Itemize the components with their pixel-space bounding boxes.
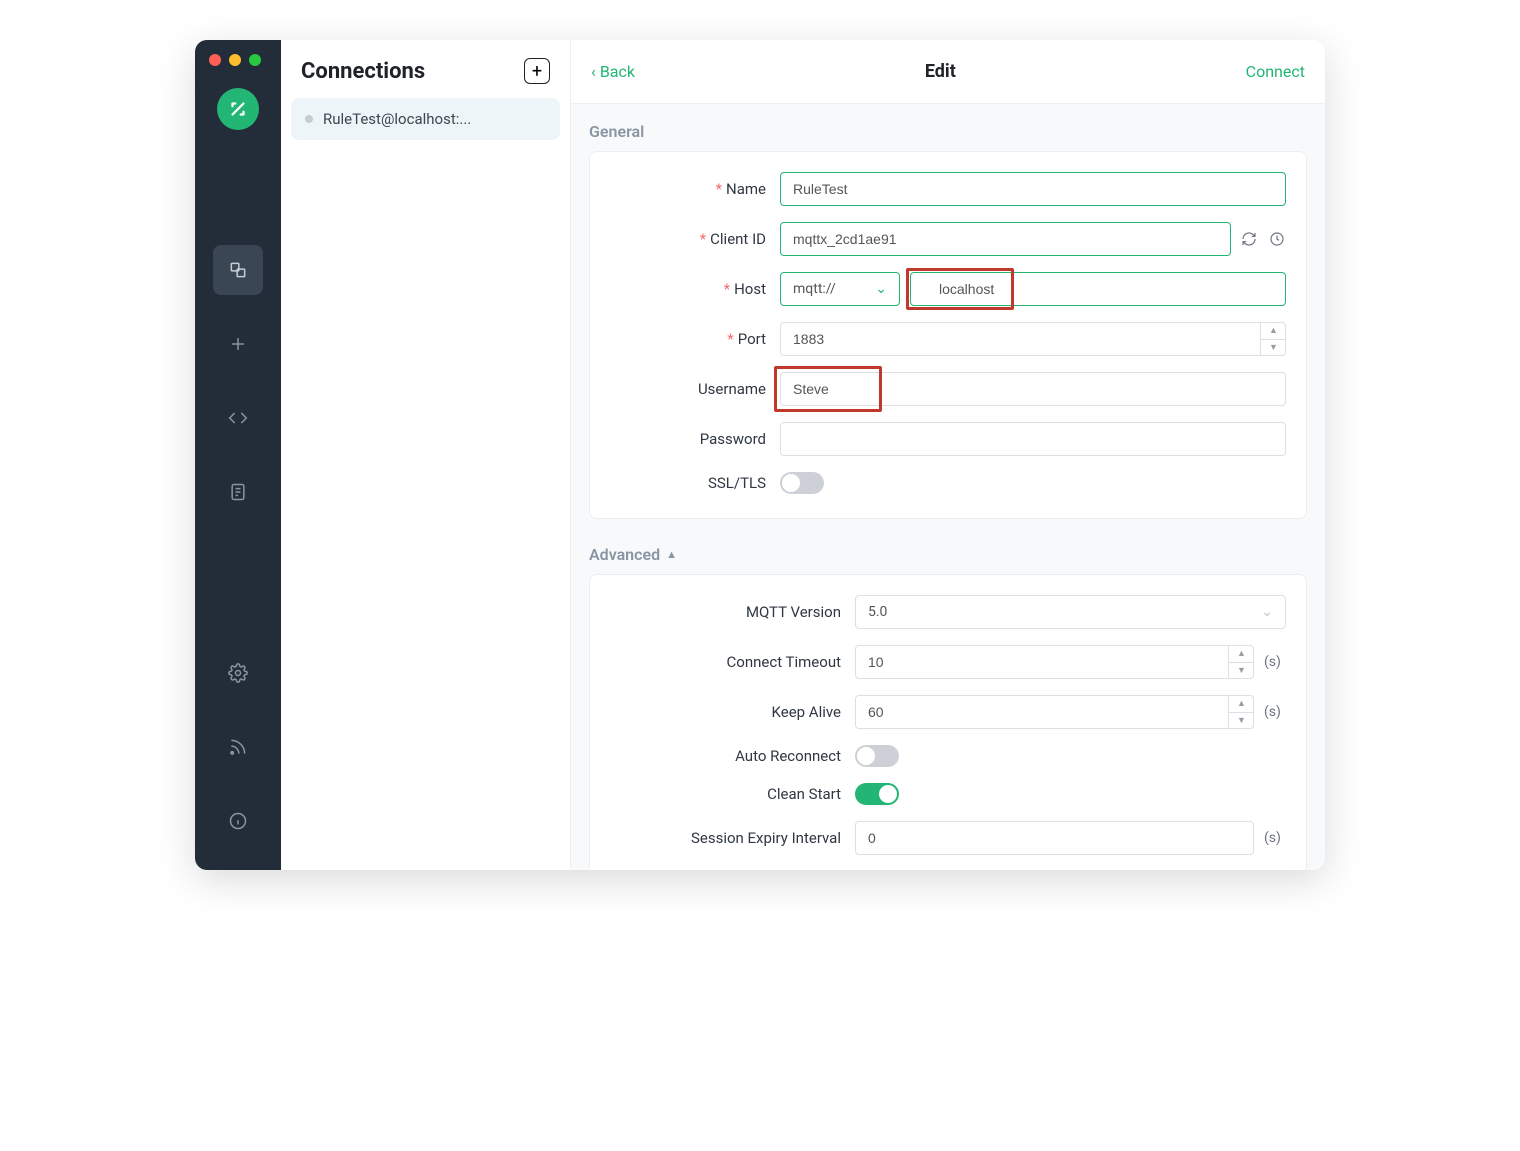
connections-icon[interactable] xyxy=(213,245,263,295)
app-logo xyxy=(217,88,259,130)
traffic-lights xyxy=(209,54,261,66)
feed-icon[interactable] xyxy=(213,722,263,772)
nav-rail xyxy=(195,40,281,870)
connect-timeout-input[interactable] xyxy=(855,645,1254,679)
info-icon[interactable] xyxy=(213,796,263,846)
refresh-icon[interactable] xyxy=(1241,229,1259,249)
clientid-label: Client ID xyxy=(710,230,766,248)
ssl-label: SSL/TLS xyxy=(708,474,766,492)
general-card: *Name *Client ID xyxy=(589,151,1307,519)
host-label: Host xyxy=(734,280,766,298)
seconds-unit: (s) xyxy=(1264,830,1286,846)
status-dot-icon xyxy=(305,115,313,123)
clean-start-label: Clean Start xyxy=(767,785,841,803)
topbar: ‹ Back Edit Connect xyxy=(571,40,1325,104)
connections-sidebar: Connections + RuleTest@localhost:... xyxy=(281,40,571,870)
log-icon[interactable] xyxy=(213,467,263,517)
port-input[interactable] xyxy=(780,322,1286,356)
name-label: Name xyxy=(726,180,766,198)
section-advanced-label[interactable]: Advanced ▲ xyxy=(589,545,1307,564)
chevron-up-icon[interactable]: ▲ xyxy=(1229,645,1254,663)
keepalive-spinner[interactable]: ▲▼ xyxy=(1228,695,1254,729)
sidebar-title: Connections xyxy=(301,59,425,84)
mqtt-version-label: MQTT Version xyxy=(746,603,841,621)
username-input[interactable] xyxy=(780,372,1286,406)
host-scheme-select[interactable]: mqtt:// ⌄ xyxy=(780,272,900,306)
clock-icon[interactable] xyxy=(1268,229,1286,249)
settings-icon[interactable] xyxy=(213,648,263,698)
caret-up-icon: ▲ xyxy=(666,548,677,561)
chevron-down-icon: ⌄ xyxy=(875,281,887,297)
keepalive-label: Keep Alive xyxy=(772,703,841,721)
username-label: Username xyxy=(698,380,766,398)
host-input[interactable] xyxy=(910,272,1286,306)
page-title: Edit xyxy=(925,61,956,82)
password-label: Password xyxy=(700,430,766,448)
connection-item-label: RuleTest@localhost:... xyxy=(323,110,471,128)
advanced-card: MQTT Version 5.0 ⌄ Connect Timeout ▲▼ xyxy=(589,574,1307,870)
window-close[interactable] xyxy=(209,54,221,66)
main-editor: ‹ Back Edit Connect General *Name *Clien… xyxy=(571,40,1325,870)
section-general-label: General xyxy=(589,122,1307,141)
app-window: Connections + RuleTest@localhost:... ‹ B… xyxy=(195,40,1325,870)
window-minimize[interactable] xyxy=(229,54,241,66)
clientid-input[interactable] xyxy=(780,222,1231,256)
ssl-toggle[interactable] xyxy=(780,472,824,494)
auto-reconnect-label: Auto Reconnect xyxy=(735,747,841,765)
chevron-down-icon[interactable]: ▼ xyxy=(1261,340,1286,357)
password-input[interactable] xyxy=(780,422,1286,456)
script-icon[interactable] xyxy=(213,393,263,443)
chevron-down-icon[interactable]: ▼ xyxy=(1229,713,1254,730)
name-input[interactable] xyxy=(780,172,1286,206)
add-connection-button[interactable]: + xyxy=(524,58,550,84)
chevron-up-icon[interactable]: ▲ xyxy=(1261,322,1286,340)
connect-timeout-label: Connect Timeout xyxy=(727,653,841,671)
seconds-unit: (s) xyxy=(1264,654,1286,670)
chevron-up-icon[interactable]: ▲ xyxy=(1229,695,1254,713)
keepalive-input[interactable] xyxy=(855,695,1254,729)
mqtt-version-select[interactable]: 5.0 ⌄ xyxy=(855,595,1286,629)
back-button[interactable]: ‹ Back xyxy=(591,62,635,81)
chevron-down-icon: ⌄ xyxy=(1261,604,1273,620)
timeout-spinner[interactable]: ▲▼ xyxy=(1228,645,1254,679)
auto-reconnect-toggle[interactable] xyxy=(855,745,899,767)
clean-start-toggle[interactable] xyxy=(855,783,899,805)
port-spinner[interactable]: ▲▼ xyxy=(1260,322,1286,356)
window-maximize[interactable] xyxy=(249,54,261,66)
connection-item[interactable]: RuleTest@localhost:... xyxy=(291,98,560,140)
chevron-down-icon[interactable]: ▼ xyxy=(1229,663,1254,680)
session-expiry-input[interactable] xyxy=(855,821,1254,855)
port-label: Port xyxy=(738,330,766,348)
connect-button[interactable]: Connect xyxy=(1246,62,1305,81)
seconds-unit: (s) xyxy=(1264,704,1286,720)
new-icon[interactable] xyxy=(213,319,263,369)
session-expiry-label: Session Expiry Interval xyxy=(691,829,841,847)
chevron-left-icon: ‹ xyxy=(591,62,596,81)
